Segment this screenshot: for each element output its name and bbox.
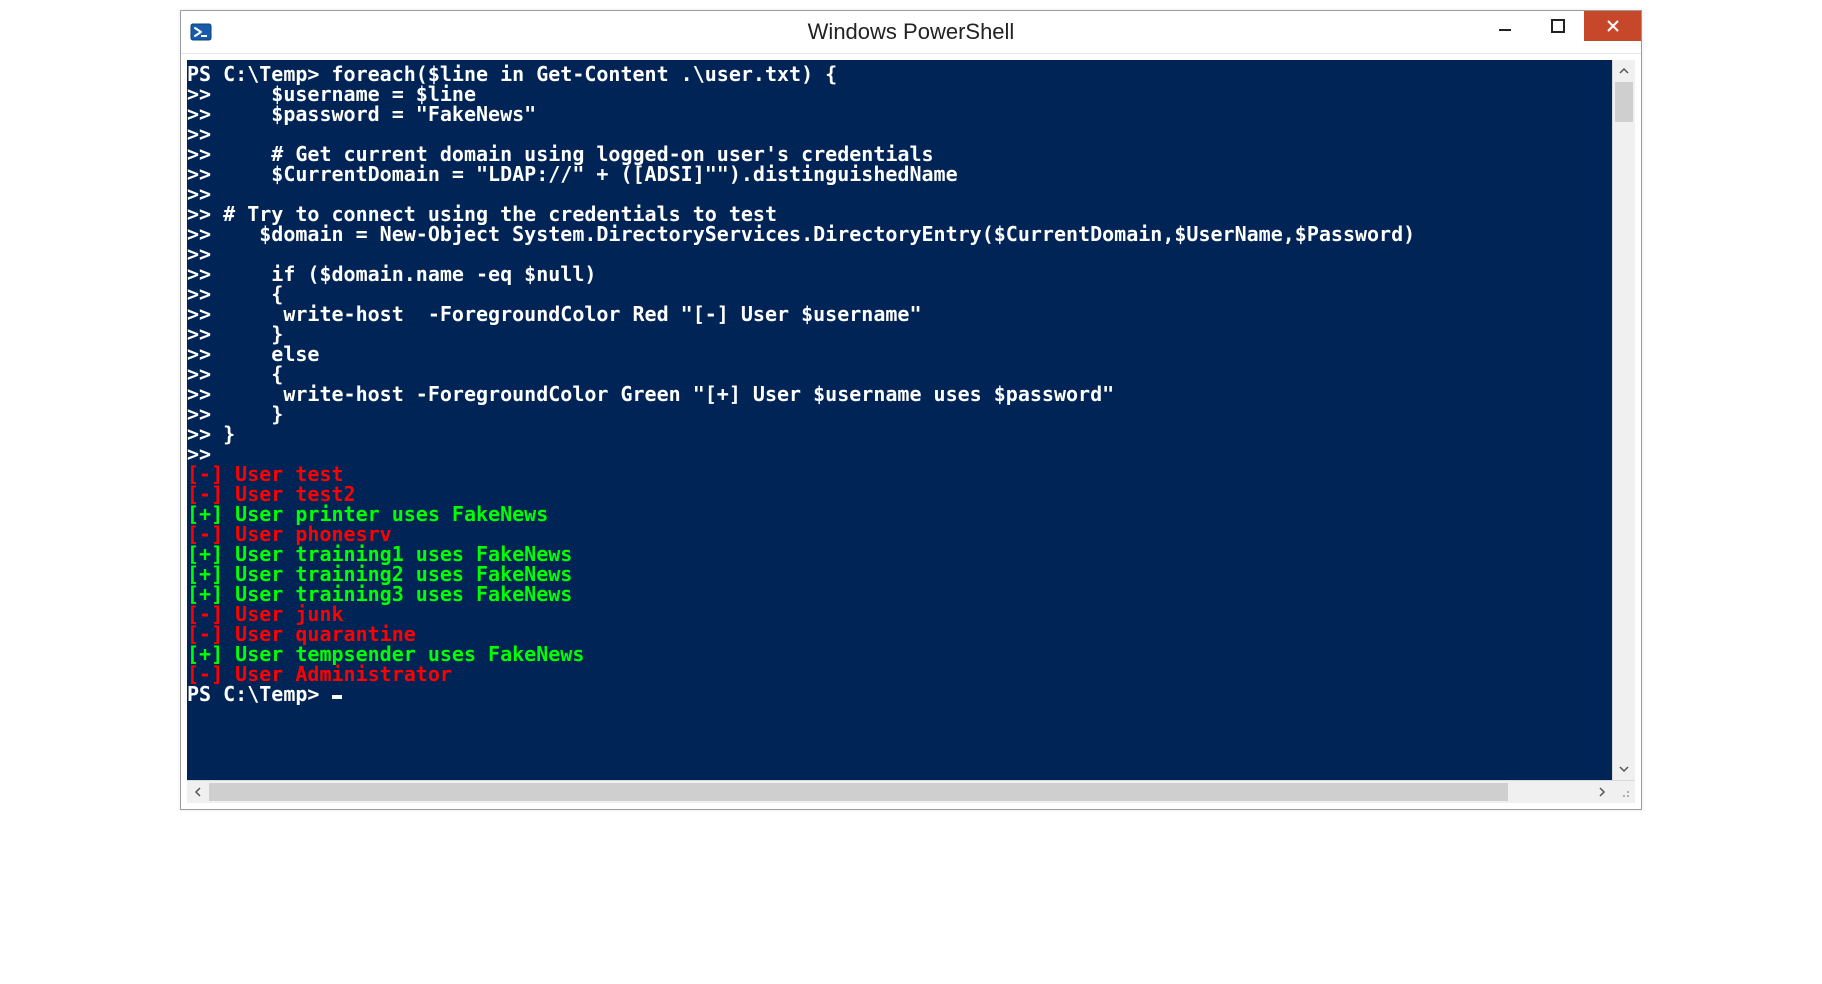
horizontal-scroll-thumb[interactable] <box>209 783 1508 801</box>
horizontal-scroll-track[interactable] <box>209 781 1591 803</box>
close-button[interactable] <box>1584 11 1641 41</box>
console-line: PS C:\Temp> foreach($line in Get-Content… <box>187 64 1613 84</box>
console-line: >> $password = "FakeNews" <box>187 104 1613 124</box>
scroll-left-arrow-icon[interactable] <box>187 781 209 803</box>
window-controls <box>1478 11 1641 43</box>
minimize-button[interactable] <box>1478 11 1531 41</box>
console-line: [+] User training1 uses FakeNews <box>187 544 1613 564</box>
console-line: >> } <box>187 324 1613 344</box>
console-wrap: PS C:\Temp> foreach($line in Get-Content… <box>187 60 1635 780</box>
maximize-button[interactable] <box>1531 11 1584 41</box>
console-line: [+] User tempsender uses FakeNews <box>187 644 1613 664</box>
horizontal-scrollbar[interactable] <box>187 780 1635 803</box>
scroll-right-arrow-icon[interactable] <box>1591 781 1613 803</box>
console-line: [-] User junk <box>187 604 1613 624</box>
powershell-icon <box>189 20 213 44</box>
scroll-up-arrow-icon[interactable] <box>1613 60 1635 82</box>
console-line: >> <box>187 124 1613 144</box>
console-output[interactable]: PS C:\Temp> foreach($line in Get-Content… <box>187 60 1613 780</box>
console-line: >> $username = $line <box>187 84 1613 104</box>
console-line: >> write-host -ForegroundColor Red "[-] … <box>187 304 1613 324</box>
console-line: [+] User training3 uses FakeNews <box>187 584 1613 604</box>
console-line: >> <box>187 244 1613 264</box>
window-title: Windows PowerShell <box>181 19 1641 45</box>
console-prompt[interactable]: PS C:\Temp> <box>187 684 1613 704</box>
viewport: Windows PowerShell PS C:\Temp> foreach($… <box>0 0 1822 984</box>
cursor <box>332 695 342 699</box>
console-line: >> } <box>187 424 1613 444</box>
console-line: >> $domain = New-Object System.Directory… <box>187 224 1613 244</box>
console-line: >> # Get current domain using logged-on … <box>187 144 1613 164</box>
console-line: >> $CurrentDomain = "LDAP://" + ([ADSI]"… <box>187 164 1613 184</box>
console-line: >> if ($domain.name -eq $null) <box>187 264 1613 284</box>
vertical-scroll-track[interactable] <box>1613 82 1635 758</box>
console-line: >> # Try to connect using the credential… <box>187 204 1613 224</box>
console-line: [+] User printer uses FakeNews <box>187 504 1613 524</box>
console-line: >> { <box>187 364 1613 384</box>
client-area: PS C:\Temp> foreach($line in Get-Content… <box>181 54 1641 809</box>
console-line: [-] User test <box>187 464 1613 484</box>
console-line: >> else <box>187 344 1613 364</box>
console-line: >> { <box>187 284 1613 304</box>
console-line: [-] User Administrator <box>187 664 1613 684</box>
scroll-down-arrow-icon[interactable] <box>1613 758 1635 780</box>
vertical-scrollbar[interactable] <box>1612 60 1635 780</box>
vertical-scroll-thumb[interactable] <box>1615 82 1633 122</box>
console-line: [+] User training2 uses FakeNews <box>187 564 1613 584</box>
resize-grip-icon[interactable] <box>1613 781 1635 803</box>
console-line: [-] User phonesrv <box>187 524 1613 544</box>
console-line: >> <box>187 444 1613 464</box>
titlebar[interactable]: Windows PowerShell <box>181 11 1641 54</box>
console-line: >> } <box>187 404 1613 424</box>
powershell-window: Windows PowerShell PS C:\Temp> foreach($… <box>180 10 1642 810</box>
console-line: [-] User test2 <box>187 484 1613 504</box>
console-line: [-] User quarantine <box>187 624 1613 644</box>
console-line: >> write-host -ForegroundColor Green "[+… <box>187 384 1613 404</box>
console-line: >> <box>187 184 1613 204</box>
